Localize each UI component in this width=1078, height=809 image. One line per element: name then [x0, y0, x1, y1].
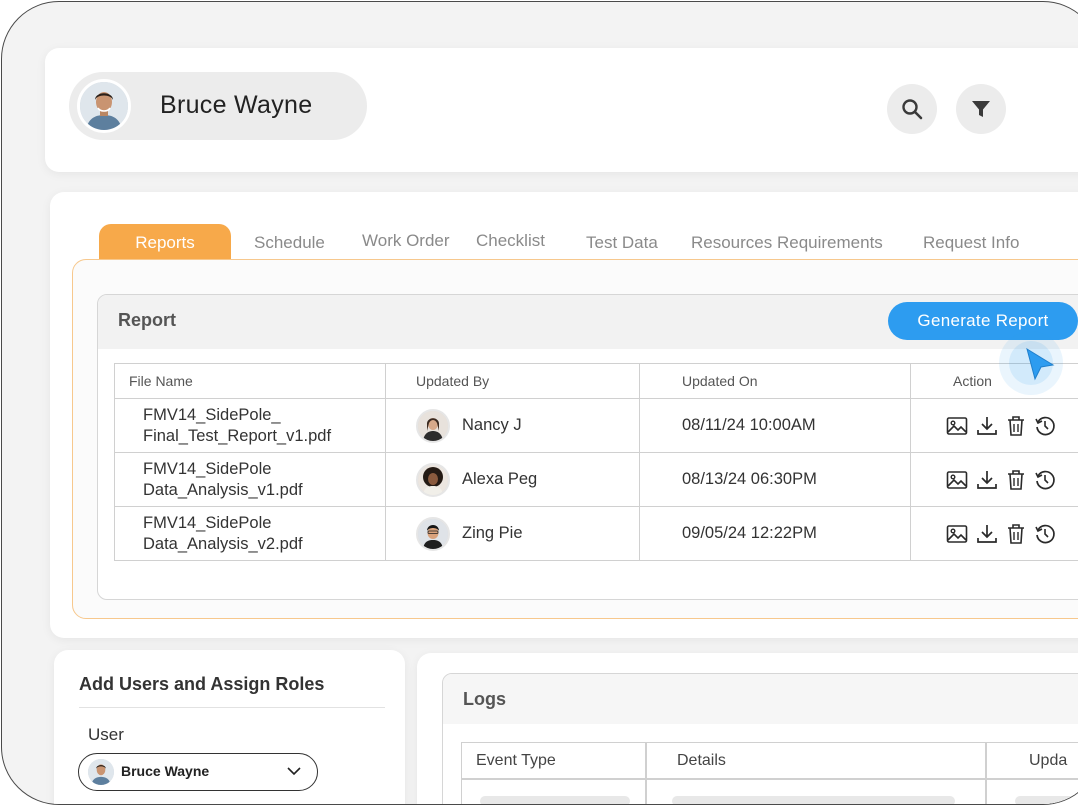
file-name-cell[interactable]: FMV14_SidePole_ Final_Test_Report_v1.pdf — [114, 398, 386, 453]
main-card: Reports Schedule Work Order Checklist Te… — [50, 192, 1078, 638]
user-name-text: Alexa Peg — [462, 470, 538, 488]
table-header-row: File Name Updated By Updated On Action — [114, 363, 1078, 399]
download-icon[interactable] — [975, 522, 999, 546]
file-name-line: Data_Analysis_v1.pdf — [143, 480, 303, 499]
column-header-details: Details — [677, 752, 726, 769]
file-name-line: FMV14_SidePole — [143, 513, 272, 532]
generate-report-button[interactable]: Generate Report — [888, 302, 1078, 340]
report-header: Report Generate Report — [98, 295, 1078, 349]
action-cell — [910, 398, 1078, 453]
column-divider — [985, 743, 987, 804]
users-section-title: Add Users and Assign Roles — [79, 674, 325, 694]
updated-by-cell: Nancy J — [385, 398, 640, 453]
column-header-event-type: Event Type — [476, 752, 556, 769]
updated-by-cell: Zing Pie — [385, 506, 640, 561]
tab-resources-requirements[interactable]: Resources Requirements — [691, 224, 883, 260]
column-header-updated: Upda — [1029, 752, 1068, 769]
tab-checklist[interactable]: Checklist — [476, 222, 545, 258]
column-header-file-name: File Name — [114, 363, 386, 399]
report-section: Report Generate Report File Name Updated… — [97, 294, 1078, 600]
user-name: Bruce Wayne — [160, 91, 313, 119]
user-select-dropdown[interactable]: Bruce Wayne — [78, 753, 318, 791]
cursor-highlight — [999, 331, 1063, 395]
updated-on-cell: 08/13/24 06:30PM — [639, 452, 911, 507]
filter-icon — [972, 101, 990, 117]
download-icon[interactable] — [975, 414, 999, 438]
avatar — [88, 759, 114, 785]
loading-placeholder — [480, 796, 630, 804]
history-icon[interactable] — [1033, 414, 1057, 438]
image-icon[interactable] — [945, 414, 969, 438]
download-icon[interactable] — [975, 468, 999, 492]
search-button[interactable] — [887, 84, 937, 134]
logs-table: Event Type Details Upda — [461, 742, 1078, 804]
app-frame: Bruce Wayne Reports Schedule Work Order … — [1, 1, 1078, 805]
column-header-updated-on: Updated On — [639, 363, 911, 399]
tab-work-order[interactable]: Work Order — [362, 222, 450, 258]
updated-on-cell: 09/05/24 12:22PM — [639, 506, 911, 561]
search-icon — [902, 99, 923, 120]
user-field-label: User — [88, 725, 124, 744]
row-divider — [462, 778, 1078, 780]
file-name-line: Data_Analysis_v2.pdf — [143, 534, 303, 553]
tab-request-info[interactable]: Request Info — [923, 224, 1019, 260]
tab-schedule[interactable]: Schedule — [254, 224, 325, 260]
user-name-text: Zing Pie — [462, 524, 523, 542]
divider — [79, 707, 385, 708]
selected-user: Bruce Wayne — [121, 763, 210, 779]
history-icon[interactable] — [1033, 522, 1057, 546]
report-table: File Name Updated By Updated On Action F… — [114, 363, 1078, 561]
user-profile-pill[interactable]: Bruce Wayne — [69, 72, 367, 140]
cursor-icon — [1026, 347, 1055, 381]
updated-by-cell: Alexa Peg — [385, 452, 640, 507]
column-divider — [645, 743, 647, 804]
image-icon[interactable] — [945, 522, 969, 546]
action-cell — [910, 452, 1078, 507]
chevron-down-icon — [287, 767, 301, 776]
file-name-line: FMV14_SidePole_ — [143, 405, 281, 424]
table-row: FMV14_SidePole Data_Analysis_v1.pdf Alex… — [114, 452, 1078, 507]
trash-icon[interactable] — [1005, 468, 1027, 492]
tab-test-data[interactable]: Test Data — [586, 224, 658, 260]
loading-placeholder — [672, 796, 955, 804]
header-card: Bruce Wayne — [45, 48, 1078, 172]
avatar — [416, 516, 450, 551]
avatar — [416, 462, 450, 497]
tab-reports[interactable]: Reports — [99, 224, 231, 260]
file-name-cell[interactable]: FMV14_SidePole Data_Analysis_v2.pdf — [114, 506, 386, 561]
trash-icon[interactable] — [1005, 414, 1027, 438]
logs-title: Logs — [463, 689, 506, 709]
history-icon[interactable] — [1033, 468, 1057, 492]
trash-icon[interactable] — [1005, 522, 1027, 546]
loading-placeholder — [1015, 796, 1078, 804]
table-row: FMV14_SidePole_ Final_Test_Report_v1.pdf… — [114, 398, 1078, 453]
image-icon[interactable] — [945, 468, 969, 492]
table-row: FMV14_SidePole Data_Analysis_v2.pdf Zing… — [114, 506, 1078, 561]
users-card: Add Users and Assign Roles User Bruce Wa… — [54, 650, 405, 804]
filter-button[interactable] — [956, 84, 1006, 134]
user-name-text: Nancy J — [462, 416, 522, 434]
logs-section: Logs Event Type Details Upda — [442, 673, 1078, 804]
column-header-updated-by: Updated By — [385, 363, 640, 399]
action-cell — [910, 506, 1078, 561]
reports-panel: Report Generate Report File Name Updated… — [72, 259, 1078, 619]
logs-card: Logs Event Type Details Upda — [417, 653, 1078, 804]
avatar — [416, 408, 450, 443]
logs-header: Logs — [443, 674, 1078, 724]
avatar — [77, 79, 131, 133]
updated-on-cell: 08/11/24 10:00AM — [639, 398, 911, 453]
file-name-line: Final_Test_Report_v1.pdf — [143, 426, 332, 445]
report-title: Report — [118, 310, 176, 330]
file-name-line: FMV14_SidePole — [143, 459, 272, 478]
file-name-cell[interactable]: FMV14_SidePole Data_Analysis_v1.pdf — [114, 452, 386, 507]
